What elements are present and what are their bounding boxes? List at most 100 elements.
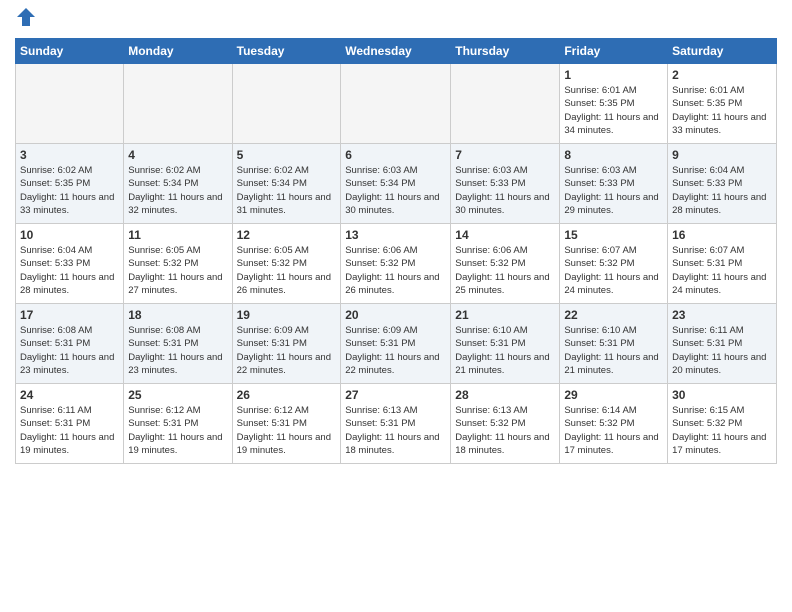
calendar-week-row: 3Sunrise: 6:02 AM Sunset: 5:35 PM Daylig… <box>16 144 777 224</box>
day-number: 23 <box>672 308 772 322</box>
calendar-day-cell: 19 Sunrise: 6:09 AM Sunset: 5:31 PM Dayli… <box>232 304 341 384</box>
calendar-day-cell: 17 Sunrise: 6:08 AM Sunset: 5:31 PM Dayli… <box>16 304 124 384</box>
day-info: Sunrise: 6:01 AM Sunset: 5:35 PM Dayligh… <box>564 84 663 137</box>
day-info: Sunrise: 6:09 AM Sunset: 5:31 PM Dayligh… <box>345 324 446 377</box>
day-number: 22 <box>564 308 663 322</box>
day-info: Sunrise: 6:10 AM Sunset: 5:31 PM Dayligh… <box>455 324 555 377</box>
day-number: 30 <box>672 388 772 402</box>
weekday-header-cell: Wednesday <box>341 39 451 64</box>
page-header <box>15 10 777 32</box>
day-info: Sunrise: 6:07 AM Sunset: 5:31 PM Dayligh… <box>672 244 772 297</box>
logo <box>15 10 37 32</box>
day-number: 25 <box>128 388 227 402</box>
day-info: Sunrise: 6:02 AM Sunset: 5:34 PM Dayligh… <box>128 164 227 217</box>
day-number: 19 <box>237 308 337 322</box>
calendar-day-cell: 8 Sunrise: 6:03 AM Sunset: 5:33 PM Daylig… <box>560 144 668 224</box>
day-info: Sunrise: 6:01 AM Sunset: 5:35 PM Dayligh… <box>672 84 772 137</box>
calendar-day-cell: 24 Sunrise: 6:11 AM Sunset: 5:31 PM Dayli… <box>16 384 124 464</box>
calendar-day-cell: 20 Sunrise: 6:09 AM Sunset: 5:31 PM Dayli… <box>341 304 451 384</box>
day-number: 1 <box>564 68 663 82</box>
weekday-header-cell: Friday <box>560 39 668 64</box>
day-number: 15 <box>564 228 663 242</box>
calendar-day-cell: 22 Sunrise: 6:10 AM Sunset: 5:31 PM Dayli… <box>560 304 668 384</box>
weekday-header-cell: Saturday <box>668 39 777 64</box>
calendar-day-cell: 1 Sunrise: 6:01 AM Sunset: 5:35 PM Daylig… <box>560 64 668 144</box>
calendar-day-cell <box>124 64 232 144</box>
day-info: Sunrise: 6:03 AM Sunset: 5:33 PM Dayligh… <box>564 164 663 217</box>
calendar-day-cell: 10 Sunrise: 6:04 AM Sunset: 5:33 PM Dayli… <box>16 224 124 304</box>
calendar-day-cell: 7Sunrise: 6:03 AM Sunset: 5:33 PM Daylig… <box>451 144 560 224</box>
calendar-day-cell <box>451 64 560 144</box>
day-info: Sunrise: 6:10 AM Sunset: 5:31 PM Dayligh… <box>564 324 663 377</box>
weekday-header-cell: Sunday <box>16 39 124 64</box>
calendar-day-cell: 3Sunrise: 6:02 AM Sunset: 5:35 PM Daylig… <box>16 144 124 224</box>
calendar-day-cell: 27 Sunrise: 6:13 AM Sunset: 5:31 PM Dayli… <box>341 384 451 464</box>
day-number: 28 <box>455 388 555 402</box>
day-number: 13 <box>345 228 446 242</box>
day-number: 18 <box>128 308 227 322</box>
calendar-day-cell: 28 Sunrise: 6:13 AM Sunset: 5:32 PM Dayli… <box>451 384 560 464</box>
day-number: 4 <box>128 148 227 162</box>
calendar-day-cell: 30 Sunrise: 6:15 AM Sunset: 5:32 PM Dayli… <box>668 384 777 464</box>
logo-icon <box>15 6 37 28</box>
weekday-header-cell: Thursday <box>451 39 560 64</box>
weekday-header-cell: Monday <box>124 39 232 64</box>
day-info: Sunrise: 6:15 AM Sunset: 5:32 PM Dayligh… <box>672 404 772 457</box>
day-info: Sunrise: 6:03 AM Sunset: 5:33 PM Dayligh… <box>455 164 555 217</box>
day-number: 14 <box>455 228 555 242</box>
day-number: 11 <box>128 228 227 242</box>
calendar-body: 1 Sunrise: 6:01 AM Sunset: 5:35 PM Daylig… <box>16 64 777 464</box>
calendar-day-cell: 6 Sunrise: 6:03 AM Sunset: 5:34 PM Daylig… <box>341 144 451 224</box>
calendar-day-cell: 16 Sunrise: 6:07 AM Sunset: 5:31 PM Dayli… <box>668 224 777 304</box>
day-info: Sunrise: 6:04 AM Sunset: 5:33 PM Dayligh… <box>672 164 772 217</box>
day-number: 26 <box>237 388 337 402</box>
day-info: Sunrise: 6:12 AM Sunset: 5:31 PM Dayligh… <box>237 404 337 457</box>
calendar-day-cell: 26 Sunrise: 6:12 AM Sunset: 5:31 PM Dayli… <box>232 384 341 464</box>
calendar-week-row: 24 Sunrise: 6:11 AM Sunset: 5:31 PM Dayli… <box>16 384 777 464</box>
day-number: 17 <box>20 308 119 322</box>
day-info: Sunrise: 6:13 AM Sunset: 5:31 PM Dayligh… <box>345 404 446 457</box>
calendar-day-cell: 9 Sunrise: 6:04 AM Sunset: 5:33 PM Daylig… <box>668 144 777 224</box>
day-number: 12 <box>237 228 337 242</box>
day-info: Sunrise: 6:11 AM Sunset: 5:31 PM Dayligh… <box>20 404 119 457</box>
day-info: Sunrise: 6:13 AM Sunset: 5:32 PM Dayligh… <box>455 404 555 457</box>
calendar-table: SundayMondayTuesdayWednesdayThursdayFrid… <box>15 38 777 464</box>
calendar-week-row: 1 Sunrise: 6:01 AM Sunset: 5:35 PM Daylig… <box>16 64 777 144</box>
calendar-day-cell: 5 Sunrise: 6:02 AM Sunset: 5:34 PM Daylig… <box>232 144 341 224</box>
day-number: 2 <box>672 68 772 82</box>
day-info: Sunrise: 6:09 AM Sunset: 5:31 PM Dayligh… <box>237 324 337 377</box>
calendar-day-cell: 4 Sunrise: 6:02 AM Sunset: 5:34 PM Daylig… <box>124 144 232 224</box>
calendar-day-cell <box>16 64 124 144</box>
day-number: 16 <box>672 228 772 242</box>
day-number: 10 <box>20 228 119 242</box>
day-info: Sunrise: 6:07 AM Sunset: 5:32 PM Dayligh… <box>564 244 663 297</box>
day-info: Sunrise: 6:06 AM Sunset: 5:32 PM Dayligh… <box>455 244 555 297</box>
day-info: Sunrise: 6:04 AM Sunset: 5:33 PM Dayligh… <box>20 244 119 297</box>
calendar-week-row: 17 Sunrise: 6:08 AM Sunset: 5:31 PM Dayli… <box>16 304 777 384</box>
day-number: 20 <box>345 308 446 322</box>
calendar-day-cell: 15 Sunrise: 6:07 AM Sunset: 5:32 PM Dayli… <box>560 224 668 304</box>
calendar-day-cell: 25Sunrise: 6:12 AM Sunset: 5:31 PM Dayli… <box>124 384 232 464</box>
day-number: 5 <box>237 148 337 162</box>
day-info: Sunrise: 6:05 AM Sunset: 5:32 PM Dayligh… <box>237 244 337 297</box>
day-number: 27 <box>345 388 446 402</box>
calendar-day-cell: 23 Sunrise: 6:11 AM Sunset: 5:31 PM Dayli… <box>668 304 777 384</box>
calendar-day-cell <box>341 64 451 144</box>
day-info: Sunrise: 6:06 AM Sunset: 5:32 PM Dayligh… <box>345 244 446 297</box>
calendar-week-row: 10 Sunrise: 6:04 AM Sunset: 5:33 PM Dayli… <box>16 224 777 304</box>
day-info: Sunrise: 6:02 AM Sunset: 5:35 PM Dayligh… <box>20 164 119 217</box>
day-number: 8 <box>564 148 663 162</box>
day-number: 24 <box>20 388 119 402</box>
day-info: Sunrise: 6:11 AM Sunset: 5:31 PM Dayligh… <box>672 324 772 377</box>
calendar-day-cell: 14 Sunrise: 6:06 AM Sunset: 5:32 PM Dayli… <box>451 224 560 304</box>
calendar-day-cell: 12 Sunrise: 6:05 AM Sunset: 5:32 PM Dayli… <box>232 224 341 304</box>
day-number: 21 <box>455 308 555 322</box>
weekday-header-cell: Tuesday <box>232 39 341 64</box>
day-number: 6 <box>345 148 446 162</box>
day-info: Sunrise: 6:02 AM Sunset: 5:34 PM Dayligh… <box>237 164 337 217</box>
day-info: Sunrise: 6:08 AM Sunset: 5:31 PM Dayligh… <box>20 324 119 377</box>
day-number: 9 <box>672 148 772 162</box>
day-info: Sunrise: 6:03 AM Sunset: 5:34 PM Dayligh… <box>345 164 446 217</box>
calendar-day-cell: 11Sunrise: 6:05 AM Sunset: 5:32 PM Dayli… <box>124 224 232 304</box>
calendar-day-cell: 2 Sunrise: 6:01 AM Sunset: 5:35 PM Daylig… <box>668 64 777 144</box>
